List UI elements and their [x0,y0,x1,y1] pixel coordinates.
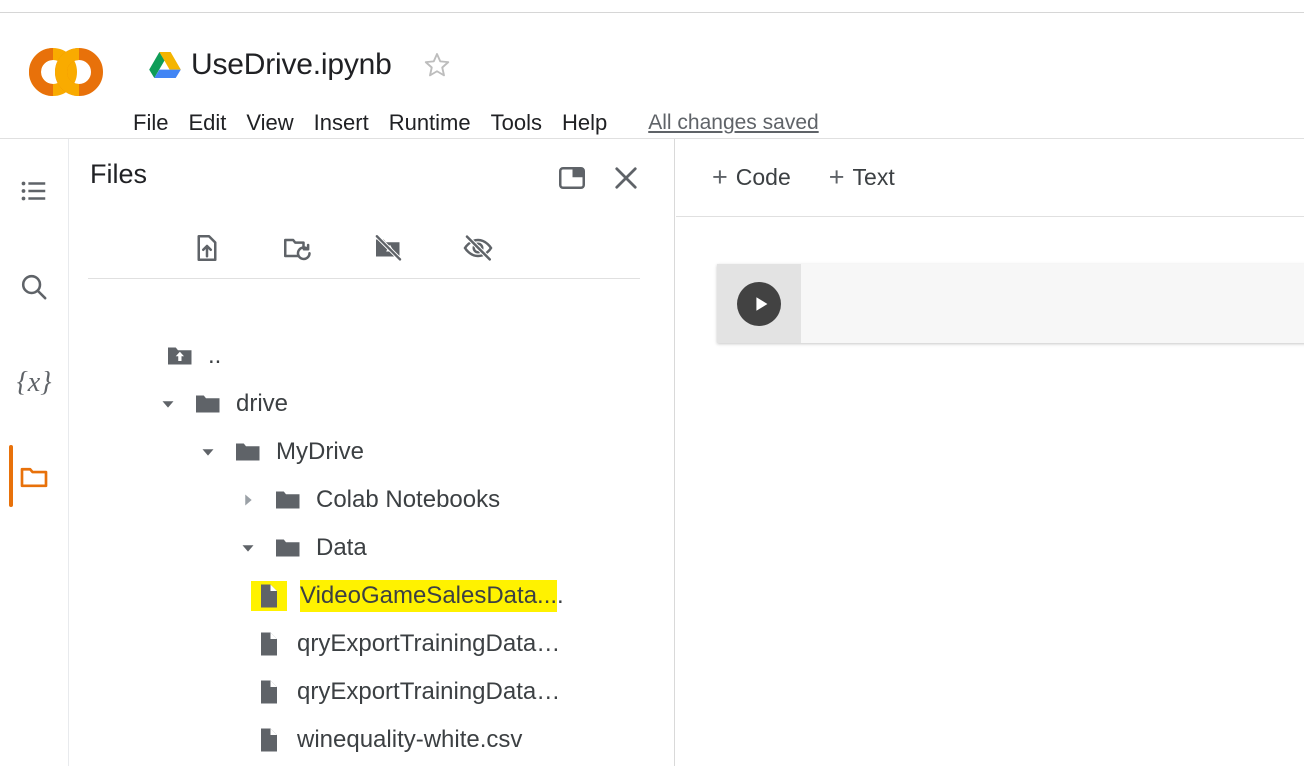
tree-row-label: MyDrive [276,438,364,465]
page-title[interactable]: UseDrive.ipynb [191,48,392,82]
rail-item-table-of-contents[interactable] [0,161,68,221]
run-cell-icon [747,293,772,315]
chevron-down-icon[interactable] [195,439,221,465]
list-icon [19,176,49,206]
menu-tools[interactable]: Tools [481,110,552,136]
tree-row-parent[interactable]: .. [69,332,639,380]
menu-view[interactable]: View [236,110,303,136]
file-tree: .. drive MyDrive Colab Notebooks Data Vi… [69,332,639,764]
tree-row-label: Data [316,534,367,561]
refresh-folder-icon [282,233,312,268]
folder-icon [193,389,223,419]
menu-runtime[interactable]: Runtime [379,110,481,136]
upload-file-button[interactable] [182,225,232,275]
colab-logo[interactable] [26,43,106,101]
rail-item-search[interactable] [0,257,68,317]
tree-row-label: qryExportTrainingData… [297,678,561,705]
tree-row-mydrive[interactable]: MyDrive [69,428,639,476]
mount-drive-disabled-button[interactable] [363,225,413,275]
menu-edit[interactable]: Edit [178,110,236,136]
google-drive-icon [148,50,182,80]
refresh-folder-button[interactable] [272,225,322,275]
colab-window: UseDrive.ipynb File Edit View Insert Run… [0,0,1304,766]
chevron-down-icon[interactable] [155,391,181,417]
folder-icon [233,437,263,467]
file-icon [254,677,284,707]
tree-row-data[interactable]: Data [69,524,639,572]
folder-up-icon [165,341,195,371]
files-panel-header: Files [69,139,674,217]
tree-row-label: winequality-white.csv [297,726,523,753]
left-rail: {x} [0,139,69,766]
tree-row-drive[interactable]: drive [69,380,639,428]
save-status-link[interactable]: All changes saved [648,111,818,135]
file-icon [251,581,287,611]
rail-item-files[interactable] [0,447,68,507]
close-files-panel-button[interactable] [607,161,645,199]
close-icon [611,163,641,198]
tree-row-label: .. [208,342,222,369]
plus-icon: + [828,162,845,192]
add-text-label: Text [852,164,895,190]
plus-icon: + [712,162,728,192]
eye-off-icon [463,233,493,268]
files-toolbar [88,221,640,279]
chevron-down-icon[interactable] [235,535,261,561]
variables-icon: {x} [16,367,52,398]
notebook-toolbar: + Code + Text [676,139,1304,217]
notebook-area: + Code + Text [676,139,1304,766]
app-header: UseDrive.ipynb File Edit View Insert Run… [0,13,1304,139]
upload-file-icon [192,233,222,268]
folder-icon [18,461,50,493]
tree-row-videogamesalesdata[interactable]: VideoGameSalesData... . [69,572,639,620]
file-icon [254,629,284,659]
folder-icon [273,533,303,563]
drive-off-icon [373,233,403,268]
tree-row-qryexporttrainingdata-1[interactable]: qryExportTrainingData… [69,620,639,668]
menu-insert[interactable]: Insert [304,110,379,136]
search-icon [18,271,50,303]
menu-help[interactable]: Help [552,110,617,136]
add-text-cell-button[interactable]: + Text [829,164,895,191]
tree-row-qryexporttrainingdata-2[interactable]: qryExportTrainingData… [69,668,639,716]
code-cell[interactable] [717,264,1304,343]
file-icon [254,725,284,755]
chevron-right-icon[interactable] [235,487,261,513]
folder-icon [273,485,303,515]
tree-row-label: VideoGameSalesData... [300,580,558,612]
tree-row-label-tail: . [557,582,564,609]
add-code-label: Code [735,164,791,190]
add-code-cell-button[interactable]: + Code [712,164,791,191]
dock-panel-icon [557,163,587,198]
code-cell-gutter [717,264,801,343]
menu-file[interactable]: File [133,110,178,136]
toggle-hidden-files-button[interactable] [453,225,503,275]
files-panel: Files .. drive MyDrive Colab Notebooks D… [69,139,675,766]
tree-row-label: drive [236,390,289,417]
rail-item-variables[interactable]: {x} [0,353,68,413]
tree-row-label: qryExportTrainingData… [297,630,561,657]
dock-panel-button[interactable] [553,161,591,199]
document-title-row: UseDrive.ipynb [148,41,452,89]
run-cell-button[interactable] [737,281,781,326]
star-outline-icon[interactable] [422,50,452,80]
tree-row-winequality-white[interactable]: winequality-white.csv [69,716,639,764]
menu-bar: File Edit View Insert Runtime Tools Help… [133,106,819,140]
files-panel-title: Files [90,159,148,189]
tree-row-colab-notebooks[interactable]: Colab Notebooks [69,476,639,524]
tree-row-label: Colab Notebooks [316,486,501,513]
